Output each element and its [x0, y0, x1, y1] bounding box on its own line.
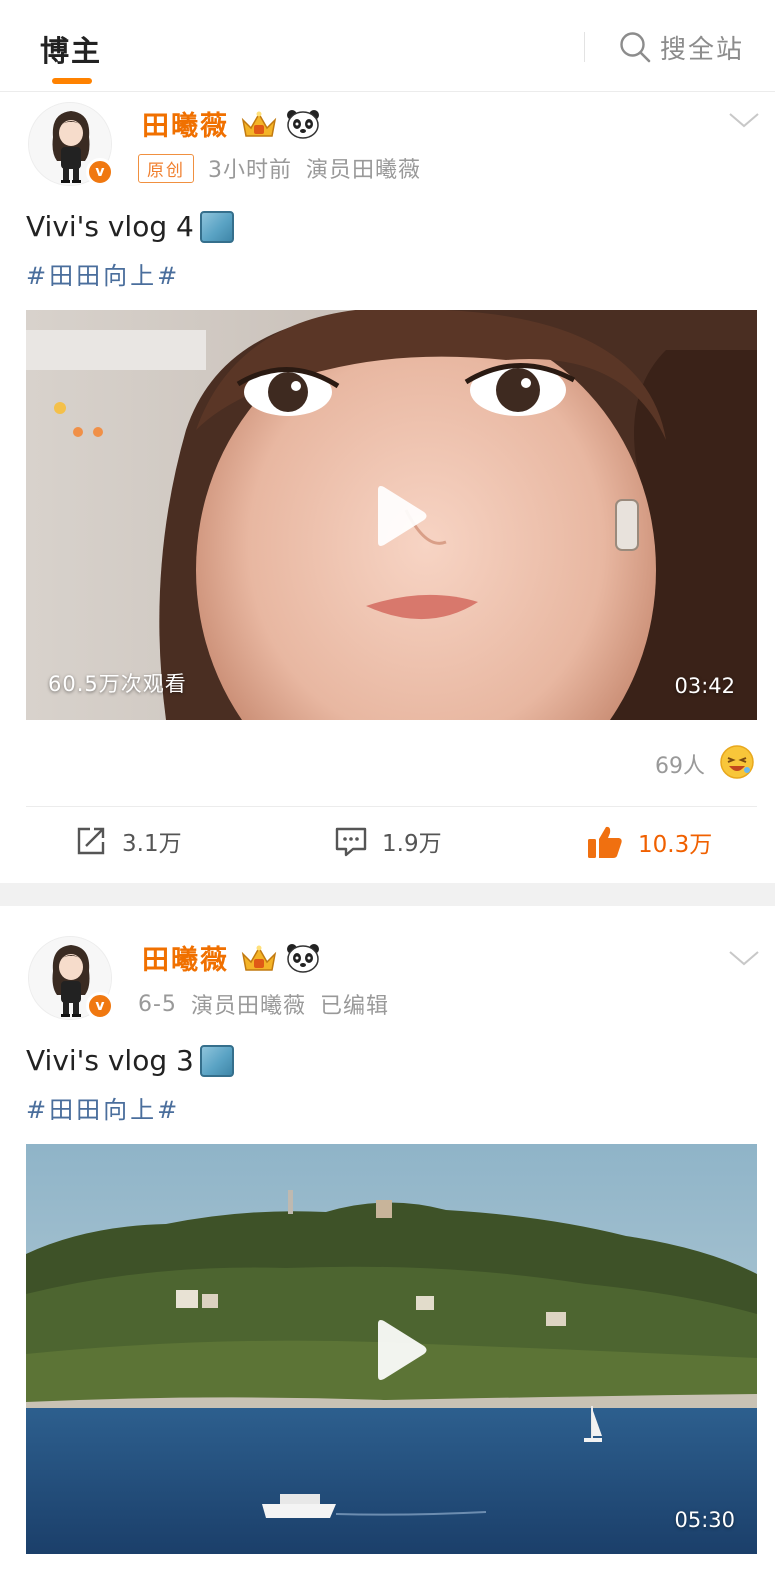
crown-icon	[241, 945, 277, 971]
share-button[interactable]: 3.1万	[74, 824, 182, 858]
post-time: 3小时前	[208, 158, 292, 183]
play-icon[interactable]	[366, 1318, 430, 1382]
top-bar: 博主 搜全站	[0, 0, 775, 92]
search-icon	[620, 32, 651, 63]
search-all-button[interactable]: 搜全站	[618, 27, 744, 67]
panda-icon	[287, 943, 319, 973]
comment-icon	[335, 827, 367, 857]
feed-separator	[0, 883, 775, 906]
divider	[26, 806, 757, 807]
video-duration: 05:30	[674, 1508, 735, 1532]
video-player[interactable]: 60.5万次观看 03:42	[26, 310, 757, 720]
feed-post: v 田曦薇 6-5 演员田曦薇 已编辑 Vivi's vlog 3 #田田向上#	[0, 906, 775, 1581]
chevron-down-icon[interactable]	[728, 948, 760, 968]
username[interactable]: 田曦薇	[142, 104, 229, 143]
blue-square-emoji-icon	[199, 1044, 234, 1077]
hashtag-link[interactable]: #田田向上#	[26, 1090, 180, 1125]
post-title: Vivi's vlog 3	[26, 1044, 234, 1077]
verified-badge-icon: v	[86, 992, 114, 1020]
reactions-row[interactable]: 69人	[0, 742, 775, 782]
video-duration: 03:42	[674, 674, 735, 698]
edited-label: 已编辑	[319, 994, 389, 1019]
verified-badge-icon: v	[86, 158, 114, 186]
post-title: Vivi's vlog 4	[26, 210, 234, 243]
hashtag-link[interactable]: #田田向上#	[26, 256, 180, 291]
username[interactable]: 田曦薇	[142, 938, 229, 977]
like-button[interactable]: 10.3万	[586, 824, 712, 860]
share-icon	[77, 827, 105, 855]
search-all-label: 搜全站	[660, 34, 745, 65]
chevron-down-icon[interactable]	[728, 110, 760, 130]
comment-count: 1.9万	[382, 831, 442, 857]
feed-post: v 田曦薇 原创 3小时前 演员田曦薇 Vivi's vlog 4 #田田向上#	[0, 92, 775, 883]
blue-square-emoji-icon	[199, 210, 234, 243]
thumbs-up-icon	[588, 826, 622, 858]
divider	[584, 32, 585, 62]
original-tag: 原创	[138, 153, 194, 183]
post-source: 演员田曦薇	[190, 994, 306, 1019]
share-count: 3.1万	[122, 831, 182, 857]
laugh-emoji-icon	[720, 745, 754, 779]
post-time: 6-5	[138, 991, 177, 1017]
video-views: 60.5万次观看	[48, 672, 187, 696]
video-player[interactable]: 05:30	[26, 1144, 757, 1554]
like-count: 10.3万	[638, 832, 713, 858]
post-title-text: Vivi's vlog 4	[26, 210, 194, 243]
post-source: 演员田曦薇	[306, 158, 422, 183]
active-tab-indicator	[52, 78, 92, 84]
reaction-count: 69人	[655, 754, 705, 779]
post-title-text: Vivi's vlog 3	[26, 1044, 194, 1077]
tab-blogger[interactable]: 博主	[40, 28, 102, 70]
comment-button[interactable]: 1.9万	[334, 824, 442, 858]
action-bar: 3.1万 1.9万 10.3万	[0, 824, 775, 868]
crown-icon	[241, 111, 277, 137]
panda-icon	[287, 109, 319, 139]
play-icon[interactable]	[366, 484, 430, 548]
